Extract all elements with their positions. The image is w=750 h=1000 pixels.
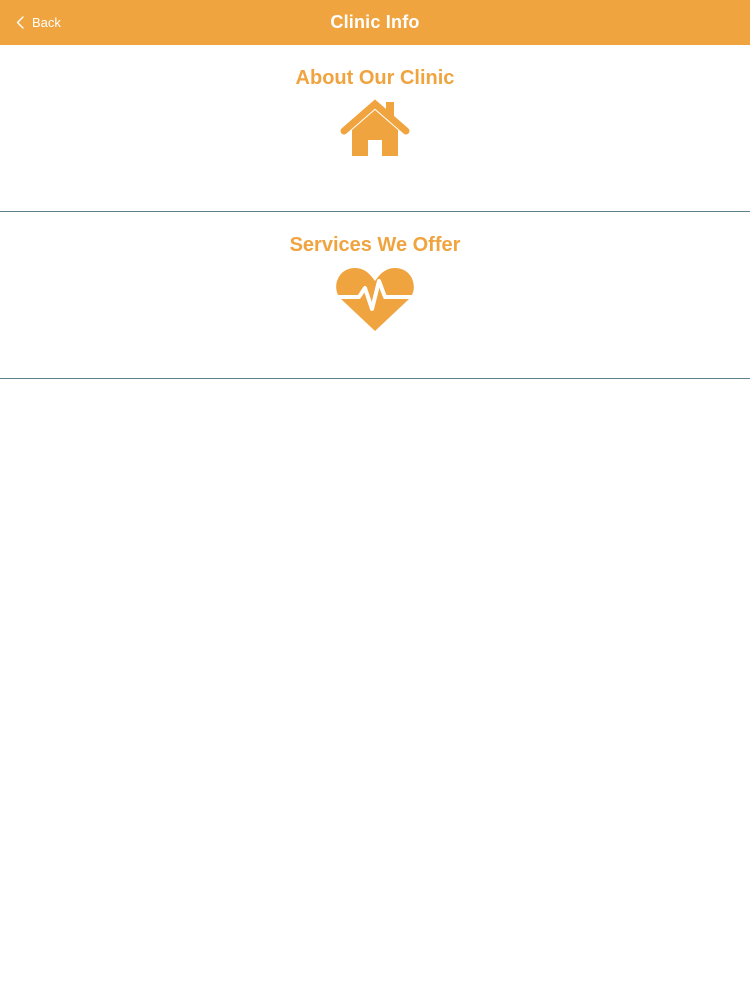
about-clinic-title: About Our Clinic [295, 67, 455, 89]
back-button[interactable]: Back [16, 0, 61, 45]
heart-pulse-icon [335, 265, 415, 340]
app-screen: Back Clinic Info About Our Clinic Servic… [0, 0, 750, 1000]
about-clinic-card[interactable]: About Our Clinic [0, 45, 750, 212]
navigation-bar: Back Clinic Info [0, 0, 750, 45]
chevron-left-icon [16, 16, 24, 29]
back-label: Back [32, 15, 61, 30]
page-title: Clinic Info [330, 12, 420, 32]
house-icon [340, 98, 410, 163]
services-card[interactable]: Services We Offer [0, 212, 750, 379]
services-title: Services We Offer [289, 234, 461, 256]
